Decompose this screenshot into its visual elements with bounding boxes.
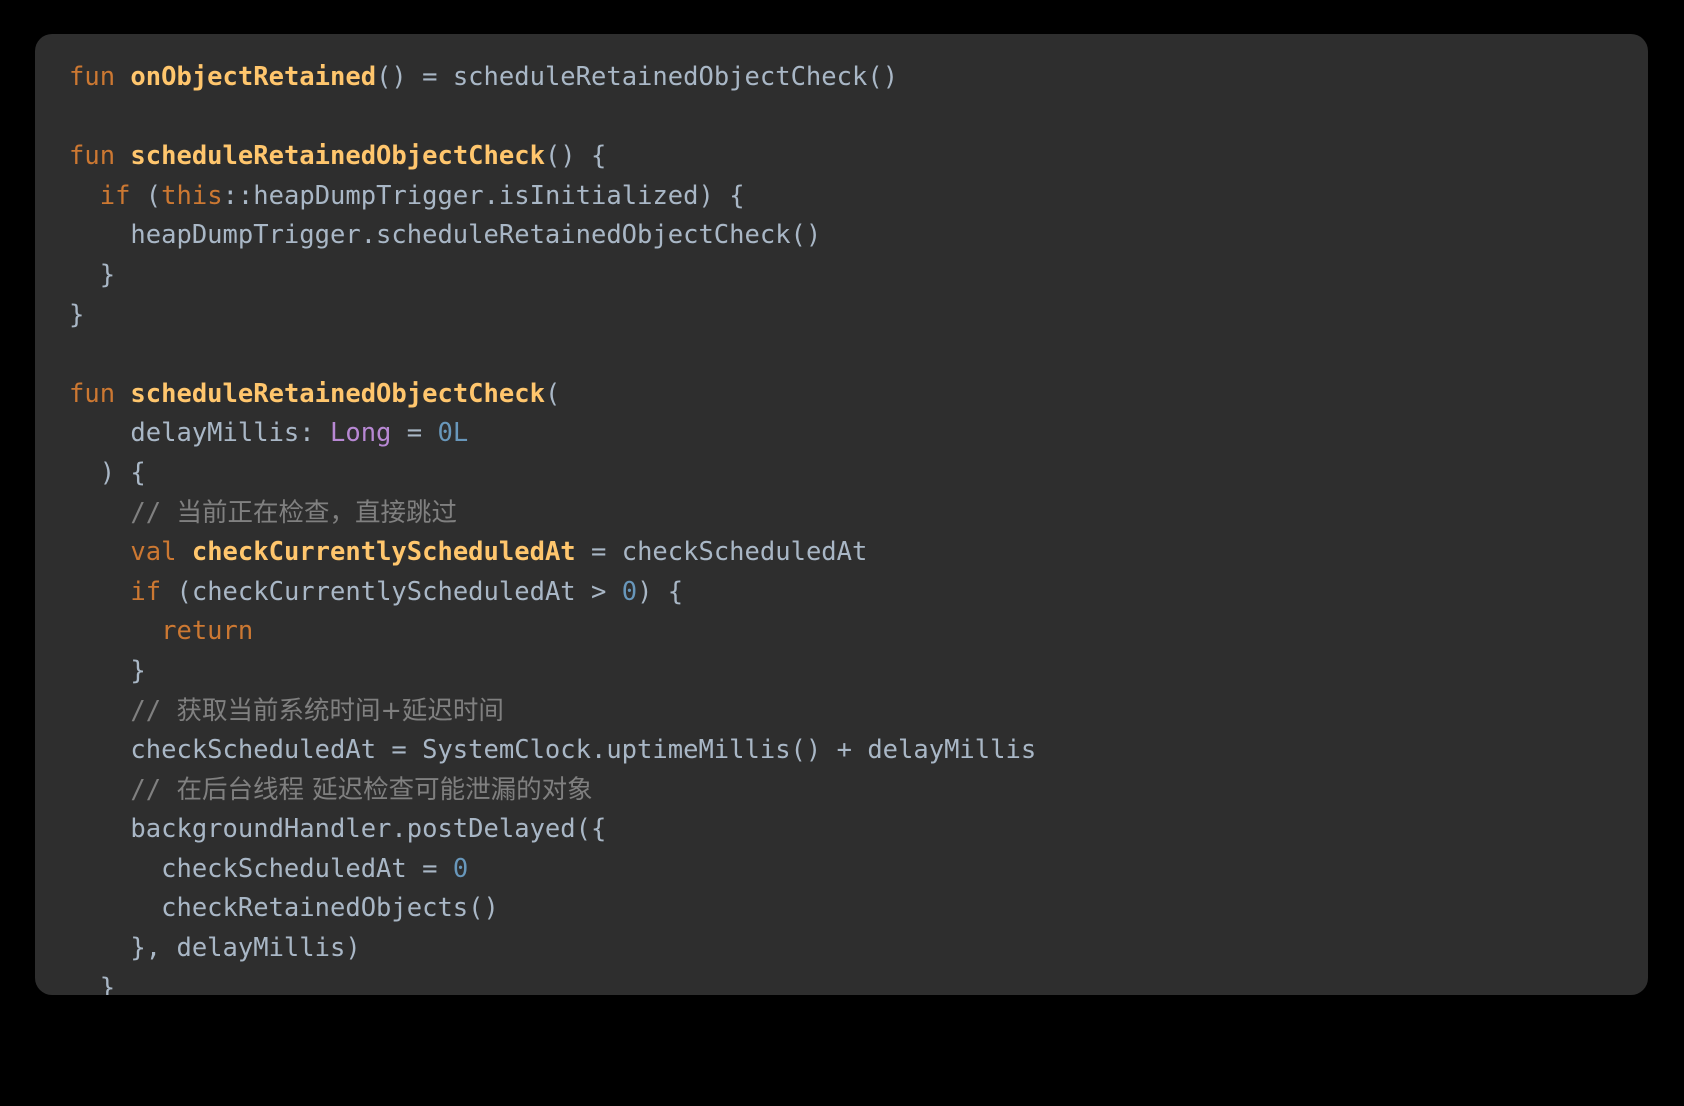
- code-token: //: [69, 695, 177, 726]
- code-token: 0L: [437, 418, 469, 449]
- code-token: heapDumpTrigger.scheduleRetainedObjectCh…: [69, 220, 822, 251]
- code-token: 当前正在检查，直接跳过: [176, 497, 457, 528]
- code-token: () {: [544, 141, 607, 172]
- code-token: val: [130, 537, 192, 568]
- code-line: checkScheduledAt = 0: [69, 850, 1622, 890]
- code-line: backgroundHandler.postDelayed({: [69, 810, 1622, 850]
- code-line: return: [69, 612, 1622, 652]
- code-line: val checkCurrentlyScheduledAt = checkSch…: [69, 533, 1622, 573]
- code-line: heapDumpTrigger.scheduleRetainedObjectCh…: [69, 216, 1622, 256]
- code-token: fun: [69, 378, 131, 409]
- code-token: checkScheduledAt =: [69, 853, 453, 884]
- code-token: }, delayMillis): [69, 933, 361, 964]
- code-line: }: [69, 296, 1622, 336]
- code-token: =: [391, 418, 438, 449]
- code-token: ) {: [637, 576, 684, 607]
- code-token: //: [69, 497, 177, 528]
- code-line: }: [69, 969, 1622, 995]
- code-token: 获取当前系统时间+延迟时间: [176, 695, 504, 726]
- code-line: fun scheduleRetainedObjectCheck(: [69, 375, 1622, 415]
- code-token: 0: [452, 853, 469, 884]
- code-token: checkCurrentlyScheduledAt: [191, 537, 576, 568]
- code-panel: fun onObjectRetained() = scheduleRetaine…: [35, 34, 1648, 995]
- code-line: // 当前正在检查，直接跳过: [69, 494, 1622, 534]
- code-token: fun: [69, 62, 131, 92]
- code-line: // 获取当前系统时间+延迟时间: [69, 692, 1622, 732]
- code-token: scheduleRetainedObjectCheck: [130, 378, 545, 409]
- code-token: if: [130, 576, 162, 607]
- code-token: onObjectRetained: [130, 62, 377, 92]
- code-line: ​: [69, 98, 1622, 138]
- code-line: }: [69, 256, 1622, 296]
- code-token: if: [99, 180, 131, 211]
- code-token: backgroundHandler.postDelayed({: [69, 814, 607, 845]
- code-line: // 在后台线程 延迟检查可能泄漏的对象: [69, 771, 1622, 811]
- code-token: checkRetainedObjects(): [69, 893, 499, 924]
- code-token: (: [130, 180, 162, 211]
- code-line: delayMillis: Long = 0L: [69, 414, 1622, 454]
- code-token: this: [161, 180, 223, 211]
- code-token: fun: [69, 141, 131, 172]
- code-line: if (checkCurrentlyScheduledAt > 0) {: [69, 573, 1622, 613]
- code-token: return: [161, 616, 254, 647]
- code-token: checkScheduledAt = SystemClock.uptimeMil…: [69, 735, 1037, 766]
- code-token: 在后台线程 延迟检查可能泄漏的对象: [176, 774, 593, 805]
- code-line: if (this::heapDumpTrigger.isInitialized)…: [69, 177, 1622, 217]
- screenshot-root: fun onObjectRetained() = scheduleRetaine…: [0, 0, 1684, 1106]
- code-token: (checkCurrentlyScheduledAt >: [161, 576, 622, 607]
- code-line: }: [69, 652, 1622, 692]
- code-line: fun onObjectRetained() = scheduleRetaine…: [69, 58, 1622, 98]
- code-token: (: [544, 378, 561, 409]
- code-token: 0: [621, 576, 638, 607]
- code-token: }: [69, 972, 116, 995]
- code-line: }, delayMillis): [69, 929, 1622, 969]
- code-token: Long: [330, 418, 392, 449]
- code-token: scheduleRetainedObjectCheck: [130, 141, 545, 172]
- code-token: }: [69, 299, 85, 330]
- code-token: }: [69, 259, 116, 290]
- code-token: }: [69, 655, 146, 686]
- code-line: ​: [69, 335, 1622, 375]
- code-line: ) {: [69, 454, 1622, 494]
- code-token: () = scheduleRetainedObjectCheck(): [376, 62, 899, 92]
- code-token: //: [69, 774, 177, 805]
- code-token: ::heapDumpTrigger.isInitialized) {: [222, 180, 745, 211]
- code-line: fun scheduleRetainedObjectCheck() {: [69, 137, 1622, 177]
- code-token: = checkScheduledAt: [575, 537, 868, 568]
- code-line: checkScheduledAt = SystemClock.uptimeMil…: [69, 731, 1622, 771]
- code-token: delayMillis:: [69, 418, 330, 449]
- code-line: checkRetainedObjects(): [69, 889, 1622, 929]
- code-block[interactable]: fun onObjectRetained() = scheduleRetaine…: [35, 58, 1648, 995]
- code-token: ) {: [69, 457, 146, 488]
